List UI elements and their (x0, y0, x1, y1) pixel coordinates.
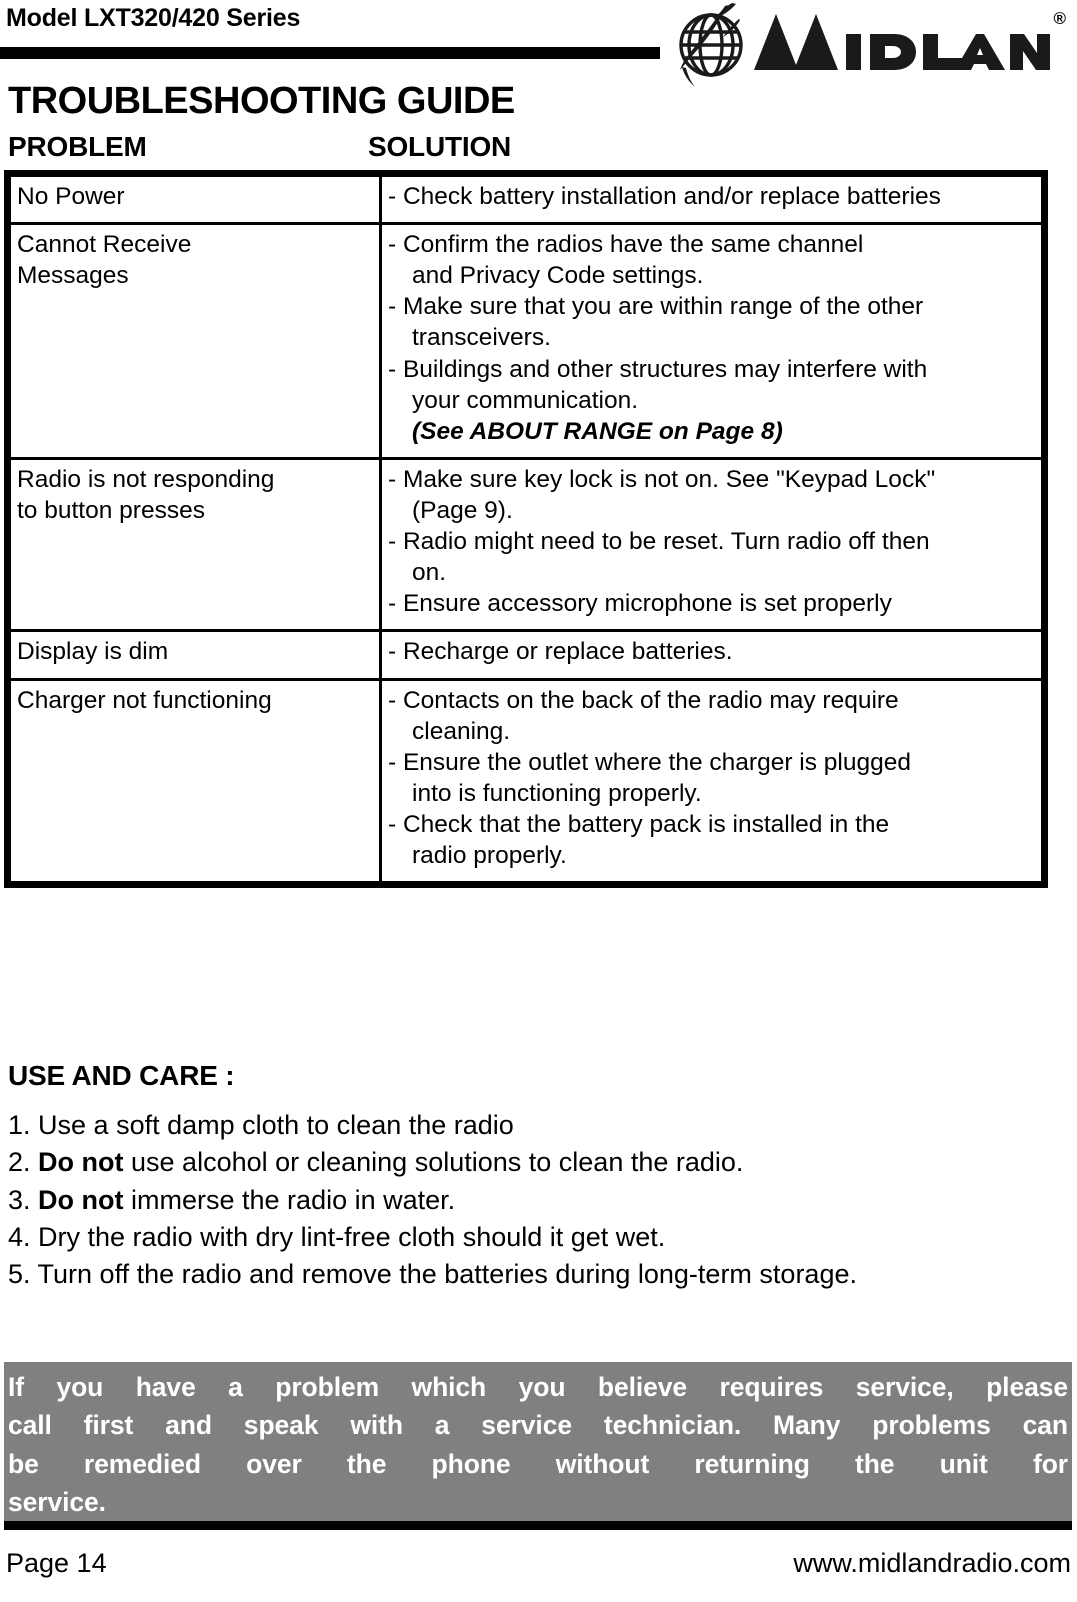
list-item-number: 4. (8, 1221, 39, 1252)
solution-cell: - Check battery installation and/or repl… (379, 173, 1044, 226)
problem-line: Charger not functioning (17, 686, 272, 714)
footer-page-number: Page 14 (6, 1548, 107, 1578)
use-and-care-item: 3. Do not immerse the radio in water. (8, 1184, 456, 1215)
problem-cell: Radio is not responding to button presses (8, 456, 382, 633)
solution-item-continuation: transceivers. (412, 324, 551, 352)
solution-item-continuation: radio properly. (412, 842, 567, 870)
solution-item-continuation: cleaning. (412, 717, 511, 745)
use-and-care-item: 5. Turn off the radio and remove the bat… (8, 1259, 857, 1289)
midland-wordmark (752, 10, 1052, 74)
use-and-care-heading: USE AND CARE : (8, 1060, 235, 1091)
solution-cross-reference: (See ABOUT RANGE on Page 8) (412, 417, 783, 445)
solution-item: - Make sure that you are within range of… (388, 291, 1035, 353)
solution-cell: - Contacts on the back of the radio may … (379, 677, 1044, 885)
solution-item: - Radio might need to be reset. Turn rad… (388, 526, 1035, 588)
footer-website-url: www.midlandradio.com (793, 1548, 1071, 1578)
list-item-number: 5. (8, 1259, 38, 1289)
solution-item-continuation: your communication. (412, 386, 639, 414)
list-item-number: 3. (8, 1184, 39, 1215)
model-label: Model LXT320/420 Series (6, 4, 301, 32)
solution-item: - Check battery installation and/or repl… (388, 183, 941, 210)
solution-cell: - Confirm the radios have the same chann… (379, 222, 1044, 460)
column-header-solution: SOLUTION (368, 131, 512, 162)
table-row: Display is dim - Recharge or replace batt… (8, 629, 1044, 681)
service-notice-line: be remedied over the phone without retur… (8, 1448, 1068, 1479)
solution-item: - Recharge or replace batteries. (388, 638, 733, 666)
service-notice-line: call first and speak with a service tech… (8, 1410, 1068, 1441)
solution-item-continuation: into is functioning properly. (412, 779, 702, 807)
list-item-emphasis: Do not (38, 1147, 124, 1178)
midland-logo: ® (660, 2, 1070, 88)
use-and-care-list: 1. Use a soft damp cloth to clean the ra… (8, 1107, 1068, 1293)
service-notice-line: service. (8, 1487, 106, 1518)
list-item-number: 2. (8, 1147, 39, 1178)
table-row: Cannot Receive Messages - Confirm the radi… (8, 222, 1044, 460)
footer-divider-rule (4, 1521, 1072, 1530)
troubleshooting-table: No Power - Check battery installation and… (4, 170, 1048, 889)
solution-item-continuation: (Page 9). (412, 496, 513, 524)
solution-item: - Ensure the outlet where the charger is… (388, 747, 1035, 809)
solution-item: - Confirm the radios have the same chann… (388, 229, 1035, 291)
table-row: No Power - Check battery installation and… (8, 173, 1044, 226)
problem-cell: Display is dim (8, 629, 382, 681)
use-and-care-item: 2. Do not use alcohol or cleaning soluti… (8, 1147, 744, 1178)
table-row: Charger not functioning - Contacts on the… (8, 677, 1044, 885)
problem-cell: Charger not functioning (8, 677, 382, 885)
column-header-problem: PROBLEM (8, 131, 147, 162)
problem-line: Messages (17, 262, 129, 290)
solution-item: - Check that the battery pack is install… (388, 809, 1035, 871)
solution-cell: - Recharge or replace batteries. (379, 629, 1044, 681)
use-and-care-item: 4. Dry the radio with dry lint-free clot… (8, 1221, 666, 1252)
service-notice: If you have a problem which you believe … (4, 1362, 1072, 1528)
solution-item: - Buildings and other structures may int… (388, 354, 1035, 416)
problem-cell: No Power (8, 173, 382, 226)
solution-item-continuation: and Privacy Code settings. (412, 262, 704, 290)
problem-line: Radio is not responding (17, 465, 275, 493)
use-and-care-item: 1. Use a soft damp cloth to clean the ra… (8, 1110, 514, 1140)
list-item-emphasis: Do not (38, 1184, 124, 1215)
header-divider-rule (0, 47, 660, 59)
solution-item: - Make sure key lock is not on. See "Key… (388, 464, 1035, 526)
solution-item-continuation: on. (412, 559, 447, 587)
page-header: Model LXT320/420 Series ® (0, 0, 1077, 92)
registered-trademark-icon: ® (1053, 9, 1066, 28)
solution-item: - Ensure accessory microphone is set pro… (388, 590, 892, 618)
table-row: Radio is not responding to button presses… (8, 456, 1044, 633)
problem-line: Display is dim (17, 638, 169, 666)
list-item-number: 1. (8, 1110, 39, 1140)
problem-line: Cannot Receive (17, 231, 192, 259)
page-title: TROUBLESHOOTING GUIDE (8, 80, 515, 122)
problem-line: to button presses (17, 496, 205, 524)
problem-line: No Power (17, 183, 125, 210)
problem-cell: Cannot Receive Messages (8, 222, 382, 460)
service-notice-line: If you have a problem which you believe … (8, 1372, 1068, 1402)
solution-cell: - Make sure key lock is not on. See "Key… (379, 456, 1044, 633)
globe-icon (662, 2, 766, 88)
solution-item: - Contacts on the back of the radio may … (388, 685, 1035, 747)
